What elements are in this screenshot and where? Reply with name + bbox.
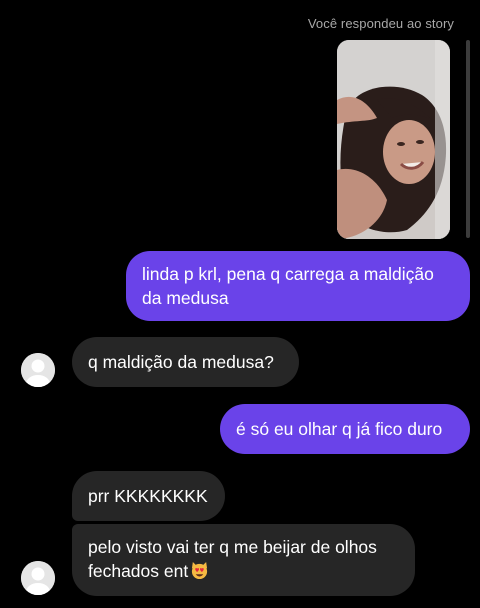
message-text-line: da medusa	[142, 288, 229, 308]
story-photo-image	[337, 40, 450, 239]
message-text: fechados ent	[88, 561, 189, 581]
default-avatar-icon	[21, 561, 55, 595]
message-text: q maldição da medusa?	[88, 352, 274, 372]
contact-avatar[interactable]	[21, 353, 55, 387]
message-text-line: linda p krl, pena q carrega a maldição	[142, 264, 434, 284]
contact-avatar[interactable]	[21, 561, 55, 595]
default-avatar-icon	[21, 353, 55, 387]
message-text-line: pelo visto vai ter q me beijar de olhos	[88, 537, 377, 557]
received-message-bubble[interactable]: pelo visto vai ter q me beijar de olhos …	[72, 524, 415, 596]
sent-message-bubble[interactable]: linda p krl, pena q carrega a maldição d…	[126, 251, 470, 321]
story-reply-indicator-bar	[466, 40, 470, 238]
message-text: é só eu olhar q já fico duro	[236, 419, 443, 439]
story-thumbnail[interactable]	[337, 40, 450, 239]
message-text-line: fechados ent	[88, 559, 399, 583]
sent-message-bubble[interactable]: é só eu olhar q já fico duro	[220, 404, 470, 454]
story-reply-caption: Você respondeu ao story	[307, 16, 454, 31]
received-message-bubble[interactable]: q maldição da medusa?	[72, 337, 299, 387]
heart-eyes-cat-emoji-icon	[192, 561, 208, 580]
message-text: prr KKKKKKKK	[88, 486, 208, 506]
received-message-bubble[interactable]: prr KKKKKKKK	[72, 471, 225, 521]
